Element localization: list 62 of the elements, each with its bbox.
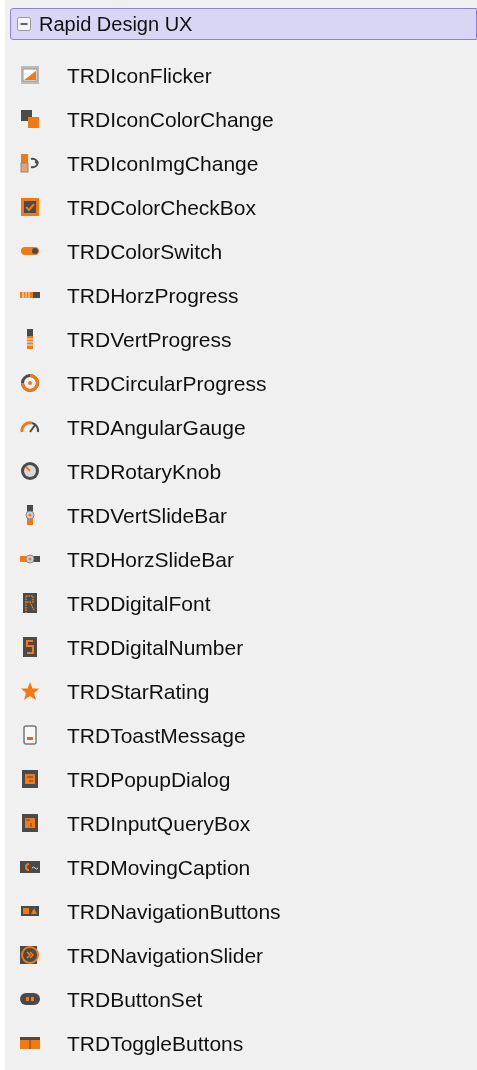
segment-display-icon bbox=[20, 637, 40, 657]
component-item[interactable]: TRDColorCheckBox bbox=[5, 185, 477, 229]
component-label: TRDVertProgress bbox=[67, 328, 232, 350]
component-item[interactable]: TRDIconColorChange bbox=[5, 97, 477, 141]
segment-display-icon bbox=[20, 593, 40, 613]
component-label: TRDColorCheckBox bbox=[67, 196, 257, 218]
ring-icon bbox=[20, 373, 40, 393]
component-label: TRDRotaryKnob bbox=[67, 460, 222, 482]
component-item[interactable]: TRDVertSlideBar bbox=[5, 493, 477, 537]
chevron-circle-icon bbox=[20, 945, 40, 965]
component-label: TRDButtonSet bbox=[67, 988, 203, 1010]
component-label: TRDVertSlideBar bbox=[67, 504, 227, 526]
component-item[interactable]: TRDDigitalNumber bbox=[5, 625, 477, 669]
star-icon bbox=[20, 681, 40, 701]
component-label: TRDToggleButtons bbox=[67, 1032, 244, 1054]
component-label: TRDToastMessage bbox=[67, 724, 246, 746]
component-item[interactable]: TRDIconFlicker bbox=[5, 53, 477, 97]
dialog-icon bbox=[20, 769, 40, 789]
component-item[interactable]: TRDVertProgress bbox=[5, 317, 477, 361]
component-item[interactable]: TRDColorSwitch bbox=[5, 229, 477, 273]
component-label: TRDDigitalNumber bbox=[67, 636, 244, 658]
knob-icon bbox=[20, 461, 40, 481]
component-label: TRDColorSwitch bbox=[67, 240, 223, 262]
component-item[interactable]: TRDToastMessage bbox=[5, 713, 477, 757]
component-item[interactable]: TRDHorzSlideBar bbox=[5, 537, 477, 581]
dialog-icon bbox=[20, 813, 40, 833]
component-item[interactable]: TRDIconImgChange bbox=[5, 141, 477, 185]
component-label: TRDMovingCaption bbox=[67, 856, 251, 878]
component-item[interactable]: TRDPopupDialog bbox=[5, 757, 477, 801]
component-label: TRDIconFlicker bbox=[67, 64, 212, 86]
component-label: TRDHorzProgress bbox=[67, 284, 239, 306]
component-item[interactable]: TRDCircularProgress bbox=[5, 361, 477, 405]
category-header[interactable]: Rapid Design UX bbox=[10, 8, 477, 40]
component-item[interactable]: TRDStarRating bbox=[5, 669, 477, 713]
checkbox-icon bbox=[20, 197, 40, 217]
component-label: TRDInputQueryBox bbox=[67, 812, 251, 834]
picture-icon bbox=[20, 65, 40, 85]
component-item[interactable]: TRDRotaryKnob bbox=[5, 449, 477, 493]
category-title: Rapid Design UX bbox=[39, 14, 193, 34]
collapse-icon[interactable] bbox=[17, 17, 31, 31]
component-label: TRDPopupDialog bbox=[67, 768, 231, 790]
component-label: TRDAngularGauge bbox=[67, 416, 246, 438]
component-label: TRDIconColorChange bbox=[67, 108, 274, 130]
component-item[interactable]: TRDInputQueryBox bbox=[5, 801, 477, 845]
component-item[interactable]: TRDMovingCaption bbox=[5, 845, 477, 889]
component-label: TRDHorzSlideBar bbox=[67, 548, 234, 570]
component-item[interactable]: TRDToggleButtons bbox=[5, 1021, 477, 1065]
component-label: TRDStarRating bbox=[67, 680, 210, 702]
component-item[interactable]: TRDNavigationButtons bbox=[5, 889, 477, 933]
component-label: TRDIconImgChange bbox=[67, 152, 259, 174]
component-item[interactable]: TRDDigitalFont bbox=[5, 581, 477, 625]
component-item[interactable]: TRDButtonSet bbox=[5, 977, 477, 1021]
component-item[interactable]: TRDAngularGauge bbox=[5, 405, 477, 449]
component-item[interactable]: TRDHorzProgress bbox=[5, 273, 477, 317]
swap-arrows-icon bbox=[20, 153, 40, 173]
component-label: TRDDigitalFont bbox=[67, 592, 211, 614]
component-label: TRDCircularProgress bbox=[67, 372, 267, 394]
overlapping-squares-icon bbox=[20, 109, 40, 129]
component-label: TRDNavigationButtons bbox=[67, 900, 281, 922]
component-label: TRDNavigationSlider bbox=[67, 944, 264, 966]
component-item[interactable]: TRDNavigationSlider bbox=[5, 933, 477, 977]
phone-icon bbox=[20, 725, 40, 745]
